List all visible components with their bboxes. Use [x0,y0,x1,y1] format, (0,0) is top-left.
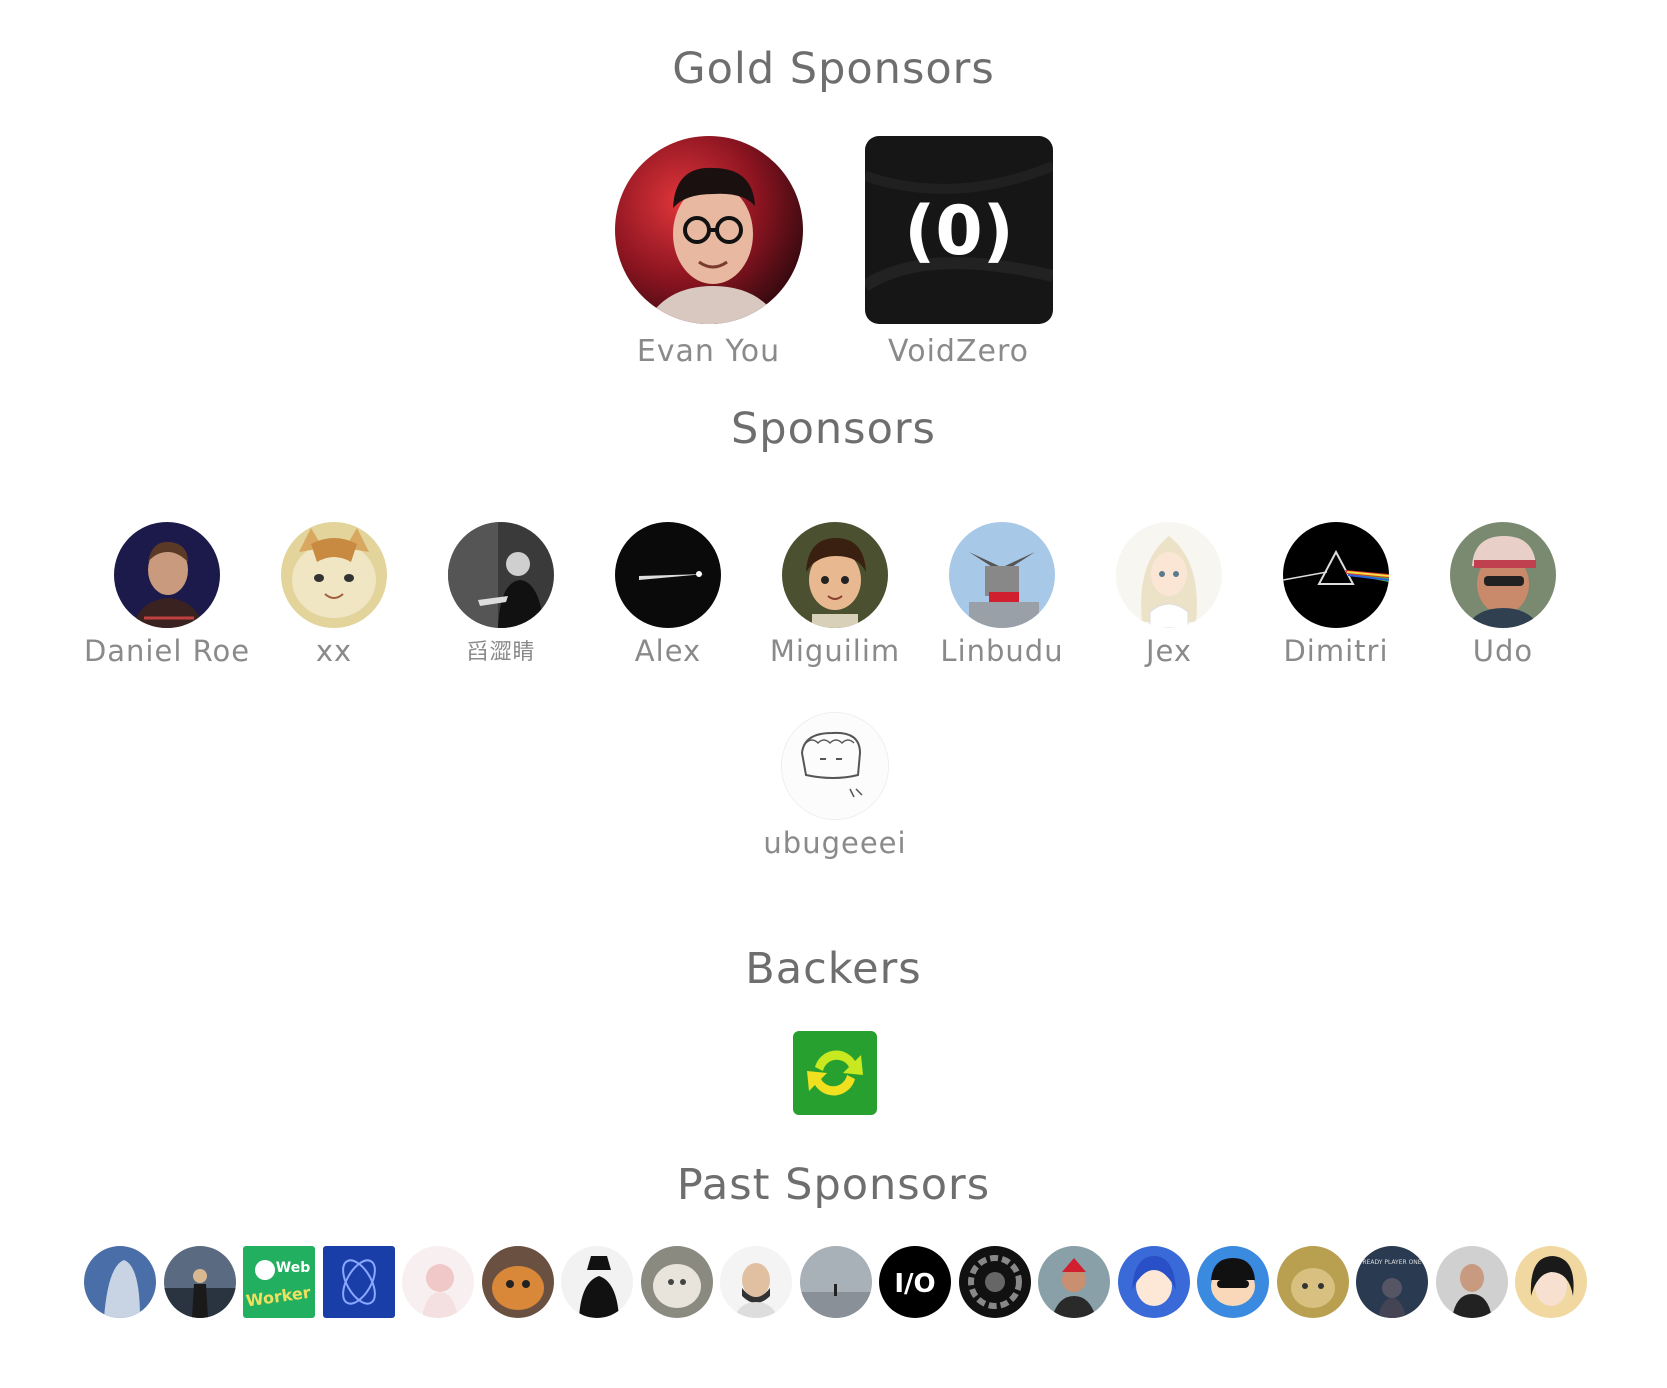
sponsor-ubugeeei[interactable]: ubugeeei [752,712,918,860]
past-avatar-15[interactable] [1197,1246,1269,1318]
sponsor-3[interactable]: 舀澀睛 [418,522,584,666]
web-worker-logo[interactable]: Web Worker [243,1246,315,1318]
past-avatar-9[interactable] [720,1246,792,1318]
person-bw-avatar[interactable] [448,522,554,628]
sponsor-udo[interactable]: Udo [1420,522,1586,668]
comet-avatar[interactable] [615,522,721,628]
blue-atom-logo[interactable] [322,1246,395,1318]
sponsor-name: Jex [1145,634,1193,668]
ready-player-one-avatar[interactable]: READY PLAYER ONE [1356,1246,1428,1318]
daniel-roe-avatar[interactable] [114,522,220,628]
prism-avatar[interactable] [1283,522,1389,628]
anime-boy-avatar[interactable] [782,522,888,628]
past-avatar-6[interactable] [481,1246,554,1318]
backers-title: Backers [745,944,922,994]
svg-text:I/O: I/O [894,1269,935,1299]
sponsors-title: Sponsors [731,404,936,454]
past-avatar-19[interactable] [1515,1246,1587,1318]
past-avatar-7[interactable] [561,1246,633,1318]
past-avatar-16[interactable] [1276,1246,1349,1318]
sponsor-name: Alex [634,634,702,668]
gold-sponsor-evan-you[interactable]: Evan You [614,136,804,369]
past-avatar-12[interactable] [958,1246,1031,1318]
sponsor-dimitri[interactable]: Dimitri [1253,522,1419,668]
sponsor-jex[interactable]: Jex [1086,522,1252,668]
sponsor-name: Linbudu [940,634,1064,668]
past-avatar-13[interactable] [1038,1246,1110,1318]
cat-avatar[interactable] [281,522,387,628]
svg-text:READY PLAYER ONE: READY PLAYER ONE [1362,1259,1421,1266]
anime-girl-avatar[interactable] [1116,522,1222,628]
voidzero-logo-text: (0) [904,192,1013,271]
sponsor-miguilim[interactable]: Miguilim [752,522,918,668]
gold-sponsor-name: VoidZero [888,334,1029,369]
evan-you-avatar[interactable] [614,136,803,324]
man-cap-avatar[interactable] [1450,522,1556,628]
sponsor-alex[interactable]: Alex [585,522,751,668]
past-avatar-5[interactable] [402,1246,474,1318]
voidzero-logo[interactable]: (0) [864,136,1053,324]
past-avatar-14[interactable] [1117,1246,1190,1318]
io-logo[interactable]: I/O [879,1246,951,1318]
sponsor-name: Miguilim [769,634,901,668]
gold-sponsors-list: Evan You (0) VoidZero [0,136,1667,369]
past-sponsors-title: Past Sponsors [676,1160,991,1210]
sketch-avatar[interactable] [781,712,889,820]
gold-sponsor-voidzero[interactable]: (0) VoidZero [864,136,1054,369]
svg-text:Web: Web [276,1260,310,1276]
past-avatar-10[interactable] [799,1246,872,1318]
sponsor-name: Udo [1472,634,1534,668]
sponsor-name: xx [315,634,353,668]
green-sync-logo[interactable] [793,1031,877,1115]
sponsor-name: Daniel Roe [83,634,251,668]
sponsor-xx[interactable]: xx [251,522,417,668]
sponsor-name: 舀澀睛 [466,640,536,665]
sponsor-name: Dimitri [1283,634,1389,668]
past-sponsors-list: Web Worker I/O READY PLAYER ONE [84,1246,1587,1318]
sponsor-linbudu[interactable]: Linbudu [919,522,1085,668]
past-avatar-8[interactable] [640,1246,713,1318]
sponsor-name: ubugeeei [763,826,907,860]
sponsor-daniel-roe[interactable]: Daniel Roe [84,522,250,668]
gold-sponsors-title: Gold Sponsors [672,44,995,94]
past-avatar-2[interactable] [163,1246,236,1318]
gold-sponsor-name: Evan You [636,334,781,369]
past-avatar-18[interactable] [1435,1246,1508,1318]
past-avatar-1[interactable] [84,1246,156,1318]
gundam-avatar[interactable] [949,522,1055,628]
